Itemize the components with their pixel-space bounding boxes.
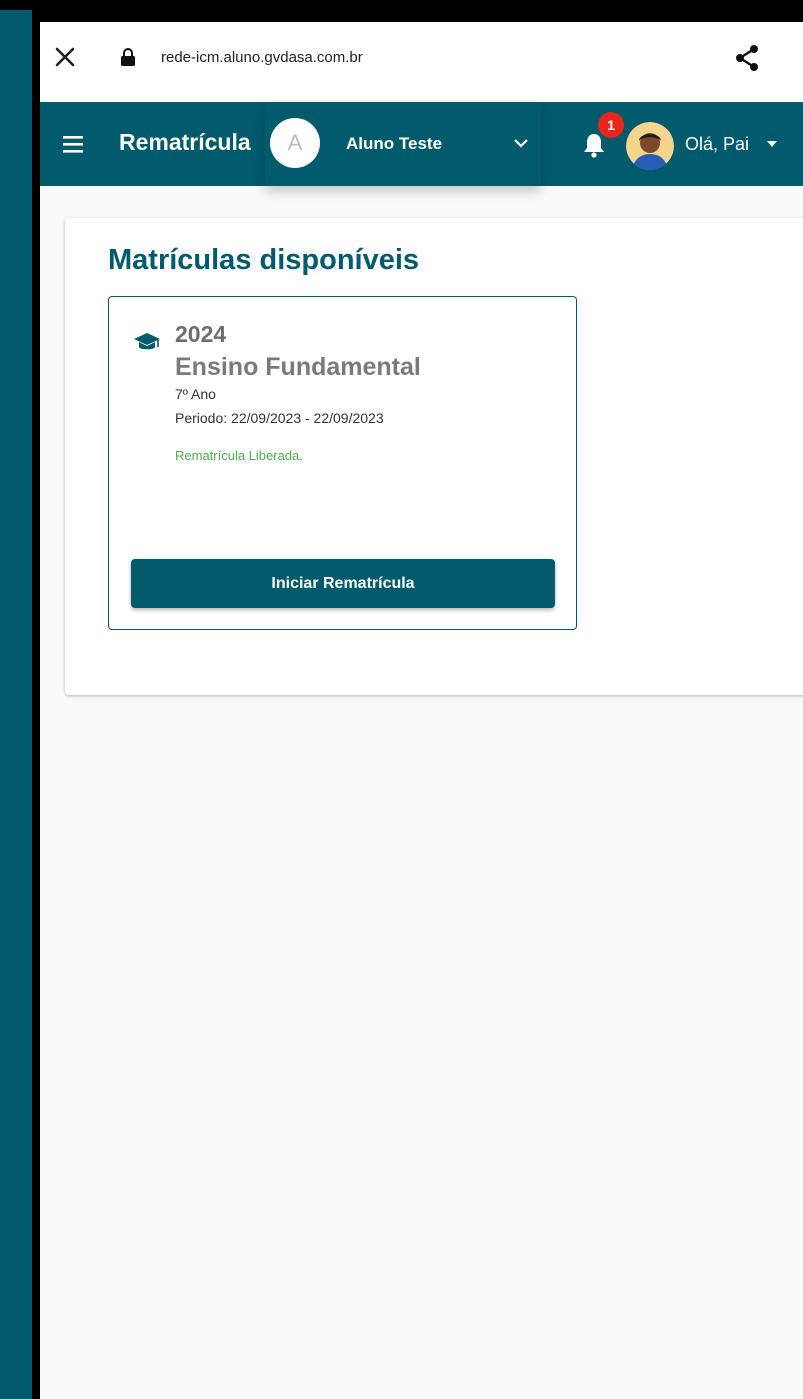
menu-icon[interactable]: [62, 134, 86, 154]
student-avatar: A: [270, 118, 320, 168]
user-greeting[interactable]: Olá, Pai: [685, 134, 749, 155]
bell-icon[interactable]: [582, 132, 606, 158]
notification-badge[interactable]: 1: [598, 112, 624, 138]
graduation-cap-icon: [134, 333, 160, 350]
enrollment-status: Rematrícula Liberada.: [175, 448, 303, 463]
user-avatar[interactable]: [626, 122, 674, 170]
close-icon[interactable]: [54, 46, 76, 68]
status-bar: [40, 10, 803, 22]
student-selector[interactable]: A Aluno Teste: [265, 102, 541, 186]
enrollment-card: 2024 Ensino Fundamental 7º Ano Periodo: …: [108, 296, 577, 630]
caret-down-icon[interactable]: [766, 140, 778, 148]
url-text[interactable]: rede-icm.aluno.gvdasa.com.br: [161, 49, 363, 66]
left-edge: [0, 10, 32, 1399]
page-title: Matrículas disponíveis: [108, 244, 420, 276]
student-name: Aluno Teste: [346, 134, 443, 153]
chevron-down-icon[interactable]: [513, 136, 529, 150]
browser-bar: rede-icm.aluno.gvdasa.com.br: [40, 22, 803, 102]
device-left-bezel: [32, 10, 40, 1399]
lock-icon: [121, 48, 135, 66]
device-top-bezel: [0, 0, 803, 10]
enrollment-level: Ensino Fundamental: [175, 353, 421, 381]
enrollment-grade: 7º Ano: [175, 386, 216, 402]
start-reenrollment-button[interactable]: Iniciar Rematrícula: [131, 559, 555, 608]
enrollment-year: 2024: [175, 321, 227, 347]
screen: rede-icm.aluno.gvdasa.com.br Rematrícula…: [40, 22, 803, 1399]
share-icon[interactable]: [734, 44, 760, 72]
content-card: Matrículas disponíveis 2024 Ensino Funda…: [65, 218, 803, 695]
app-header: Rematrícula A Aluno Teste 1 Olá, Pai: [40, 102, 803, 186]
enrollment-period: Periodo: 22/09/2023 - 22/09/2023: [175, 410, 384, 426]
app-title: Rematrícula: [119, 129, 251, 155]
